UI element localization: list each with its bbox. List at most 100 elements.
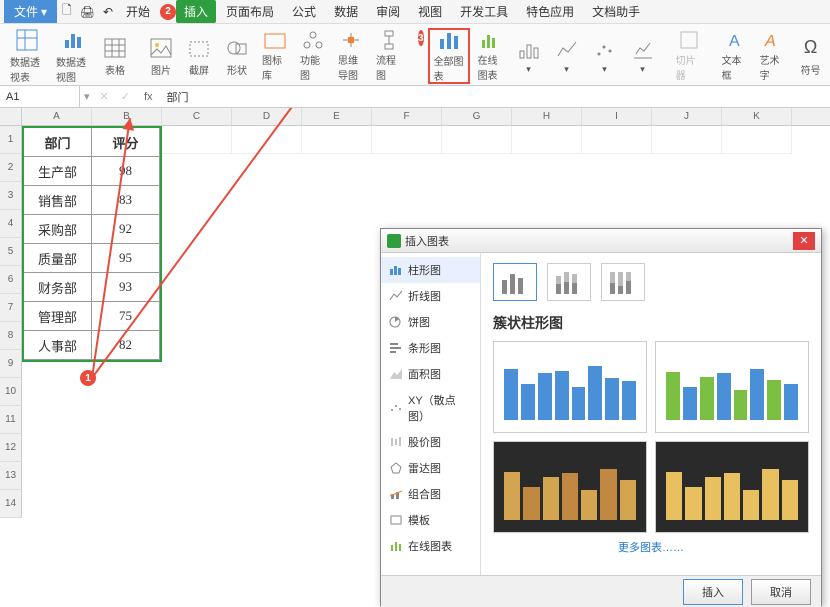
chart-type-area[interactable]: 面积图: [381, 361, 480, 387]
tab-review[interactable]: 审阅: [368, 0, 408, 23]
rib-onlinechart[interactable]: 在线图表: [474, 28, 508, 84]
col-header[interactable]: C: [162, 108, 232, 125]
rib-mindmap[interactable]: 思维导图: [334, 28, 368, 84]
rib-shape[interactable]: 形状: [220, 28, 254, 84]
preview-4[interactable]: [655, 441, 809, 533]
barchart-icon: [517, 38, 541, 62]
row-header[interactable]: 3: [0, 182, 22, 210]
row-header[interactable]: 7: [0, 294, 22, 322]
rib-slicer[interactable]: 切片器: [672, 28, 706, 84]
rib-smartart[interactable]: 功能图: [296, 28, 330, 84]
col-header[interactable]: E: [302, 108, 372, 125]
table-cell: 生产部: [24, 157, 92, 186]
tab-feature[interactable]: 特色应用: [518, 0, 582, 23]
row-header[interactable]: 1: [0, 126, 22, 154]
rib-pivottable[interactable]: 数据透视表: [6, 28, 48, 84]
rib-iconlib[interactable]: 图标库: [258, 28, 292, 84]
close-button[interactable]: ✕: [793, 232, 815, 250]
dialog-footer: 插入 取消: [381, 575, 821, 607]
row-header[interactable]: 4: [0, 210, 22, 238]
tab-dev[interactable]: 开发工具: [452, 0, 516, 23]
row-header[interactable]: 2: [0, 154, 22, 182]
textbox-icon: A: [723, 30, 747, 50]
subtype-title: 簇状柱形图: [493, 313, 809, 333]
rib-chart6[interactable]: ▾: [626, 28, 660, 84]
area-icon: [389, 368, 403, 380]
insert-button[interactable]: 插入: [683, 579, 743, 605]
pivot-icon: [15, 28, 39, 52]
rib-chart4[interactable]: ▾: [550, 28, 584, 84]
chart-type-online[interactable]: 在线图表: [381, 533, 480, 559]
table-cell: 83: [92, 186, 160, 215]
col-header[interactable]: D: [232, 108, 302, 125]
tab-dochelper[interactable]: 文档助手: [584, 0, 648, 23]
row-header[interactable]: 11: [0, 406, 22, 434]
col-header[interactable]: I: [582, 108, 652, 125]
tab-formula[interactable]: 公式: [284, 0, 324, 23]
chart-type-scatter[interactable]: XY（散点图）: [381, 387, 480, 429]
rib-textbox[interactable]: A文本框: [718, 28, 752, 84]
tab-layout[interactable]: 页面布局: [218, 0, 282, 23]
tab-insert[interactable]: 插入: [176, 0, 216, 23]
col-header[interactable]: K: [722, 108, 792, 125]
preview-1[interactable]: [493, 341, 647, 433]
subtype-stacked[interactable]: [547, 263, 591, 301]
chart-type-stock[interactable]: 股价图: [381, 429, 480, 455]
row-header[interactable]: 10: [0, 378, 22, 406]
row-header[interactable]: 13: [0, 462, 22, 490]
row-header[interactable]: 8: [0, 322, 22, 350]
iconlib-icon: [263, 30, 287, 50]
row-header[interactable]: 5: [0, 238, 22, 266]
fx-icon[interactable]: fx: [136, 91, 161, 103]
col-header[interactable]: F: [372, 108, 442, 125]
row-header[interactable]: 6: [0, 266, 22, 294]
subtype-100stacked[interactable]: [601, 263, 645, 301]
col-header[interactable]: H: [512, 108, 582, 125]
rib-screenshot[interactable]: 截屏: [182, 28, 216, 84]
chart-type-combo[interactable]: 组合图: [381, 481, 480, 507]
row-header[interactable]: 12: [0, 434, 22, 462]
toolbar-icon[interactable]: ↶: [100, 5, 116, 19]
col-header[interactable]: G: [442, 108, 512, 125]
cancel-button[interactable]: 取消: [751, 579, 811, 605]
chart-type-template[interactable]: 模板: [381, 507, 480, 533]
rib-allcharts[interactable]: 全部图表: [428, 28, 470, 84]
tab-home[interactable]: 开始: [118, 0, 158, 23]
rib-picture[interactable]: 图片: [144, 28, 178, 84]
tab-data[interactable]: 数据: [326, 0, 366, 23]
morechart-icon: [631, 38, 655, 62]
rib-pivotchart[interactable]: 数据透视图: [52, 28, 94, 84]
subtype-clustered[interactable]: [493, 263, 537, 301]
toolbar-icon[interactable]: 🖨: [77, 5, 98, 19]
row-headers: 1 2 3 4 5 6 7 8 9 10 11 12 13 14: [0, 126, 22, 518]
file-menu[interactable]: 文件▾: [4, 0, 57, 23]
more-charts-link[interactable]: 更多图表……: [493, 539, 809, 555]
rib-chart5[interactable]: ▾: [588, 28, 622, 84]
rib-table[interactable]: 表格: [98, 28, 132, 84]
tab-view[interactable]: 视图: [410, 0, 450, 23]
name-box[interactable]: A1: [0, 86, 80, 107]
table-header: 部门: [24, 128, 92, 157]
preview-3[interactable]: [493, 441, 647, 533]
picture-icon: [149, 36, 173, 60]
row-header[interactable]: 14: [0, 490, 22, 518]
col-header[interactable]: A: [22, 108, 92, 125]
rib-chart3[interactable]: ▾: [512, 28, 546, 84]
selected-range[interactable]: 部门评分 生产部98 销售部83 采购部92 质量部95 财务部93 管理部75…: [22, 126, 162, 362]
chart-type-radar[interactable]: 雷达图: [381, 455, 480, 481]
toolbar-icon[interactable]: 🗋: [59, 1, 75, 22]
chart-type-pie[interactable]: 饼图: [381, 309, 480, 335]
chart-type-bar[interactable]: 条形图: [381, 335, 480, 361]
rib-symbol[interactable]: Ω符号: [794, 28, 828, 84]
chart-type-column[interactable]: 柱形图: [381, 257, 480, 283]
preview-2[interactable]: [655, 341, 809, 433]
rib-wordart[interactable]: A艺术字: [756, 28, 790, 84]
col-header[interactable]: J: [652, 108, 722, 125]
badge-1: 1: [80, 370, 96, 386]
chart-type-line[interactable]: 折线图: [381, 283, 480, 309]
rib-flowchart[interactable]: 流程图: [372, 28, 406, 84]
formula-input[interactable]: 部门: [161, 89, 189, 105]
col-header[interactable]: B: [92, 108, 162, 125]
table-icon: [103, 36, 127, 60]
row-header[interactable]: 9: [0, 350, 22, 378]
